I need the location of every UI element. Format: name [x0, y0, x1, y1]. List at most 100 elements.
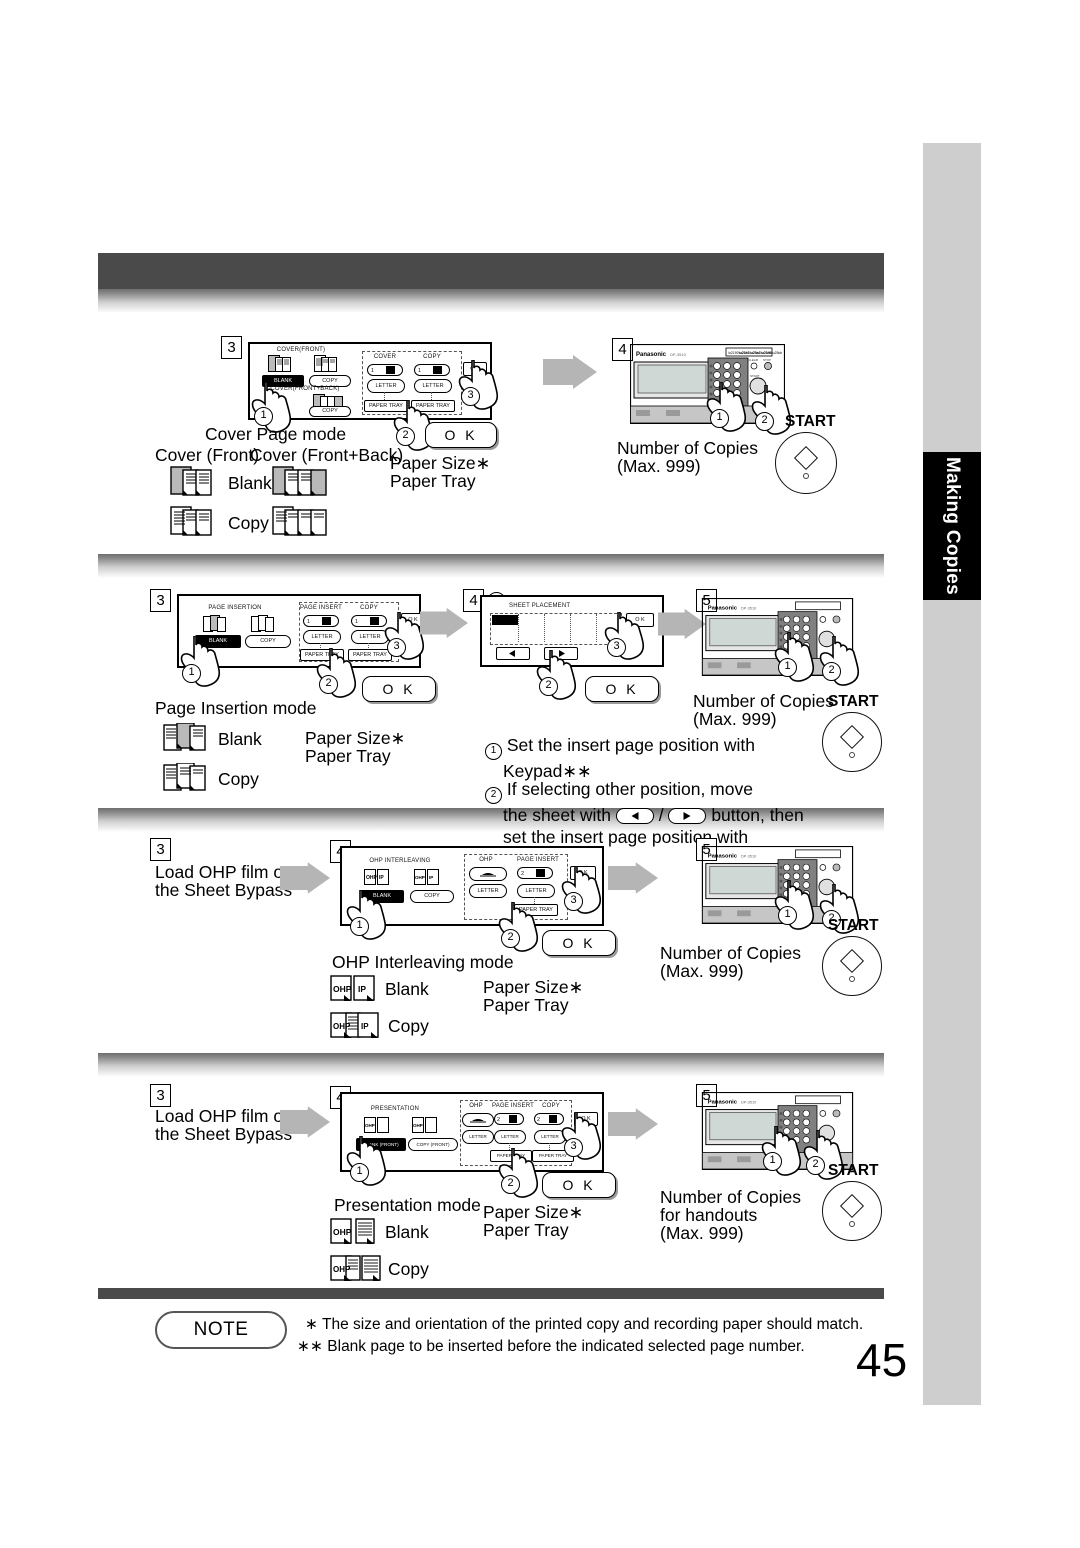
panel-letter-pres-insert[interactable]: LETTER	[494, 1130, 526, 1144]
panel-letter-insert-ohp[interactable]: LETTER	[517, 884, 555, 898]
svg-text:Panasonic: Panasonic	[636, 352, 667, 358]
hand-pointer-2-pres	[498, 1148, 539, 1198]
flow-arrow-1	[543, 355, 597, 389]
section-divider-3	[98, 1053, 884, 1077]
panel-letter-ohp[interactable]: LETTER	[469, 884, 507, 898]
flow-arrow-4a	[280, 1106, 334, 1140]
hand-pointer-3-cover	[458, 360, 499, 410]
instruction-bullet-2: 2	[485, 787, 502, 804]
left-arrow-key-icon[interactable]	[615, 808, 654, 825]
panel-page-insert-count[interactable]: 1	[303, 615, 339, 627]
panel-cover-count[interactable]: 1	[367, 364, 403, 376]
panel-copy-button-insert[interactable]: COPY	[245, 635, 291, 648]
hand-pointer-1-ohp	[346, 890, 387, 940]
doc-icon-insert-copy	[163, 763, 206, 791]
start-label-ohp: START	[828, 917, 879, 934]
panel-letter-cover[interactable]: LETTER	[367, 379, 405, 393]
flow-arrow-2a	[420, 607, 474, 641]
panel-copy-button-ohp[interactable]: COPY	[410, 890, 454, 903]
start-button-pres[interactable]	[822, 1181, 882, 1241]
hand-pointer-start-2	[819, 636, 860, 686]
panel-ohp-tray-indicator-pres[interactable]	[462, 1113, 494, 1127]
start-label-pres: START	[828, 1162, 879, 1179]
ok-button-pres[interactable]: O K	[542, 1172, 616, 1198]
svg-text:DP-3510: DP-3510	[741, 854, 757, 859]
svg-text:IP: IP	[429, 875, 433, 880]
ok-button-cover[interactable]: O K	[425, 422, 497, 448]
doc-icon-pres-copy: OHP	[330, 1255, 381, 1281]
ok-button-insert[interactable]: O K	[362, 676, 436, 702]
marker-copier-2-pres: 2	[806, 1156, 825, 1175]
marker-3-pres: 3	[564, 1138, 583, 1157]
instruction-1-text: Set the insert page position with	[506, 735, 755, 755]
doc-label-copy-3: Copy	[388, 1016, 429, 1036]
step-number-3-insert: 3	[150, 589, 171, 612]
ok-button-ohp[interactable]: O K	[542, 930, 616, 956]
instruction-2-line2a: the sheet with	[503, 805, 616, 825]
marker-2-ohp: 2	[501, 929, 520, 948]
insert-copy-thumb	[251, 615, 274, 632]
hand-pointer-1-insert	[180, 636, 221, 687]
panel-col-page-insert-title-pres: PAGE INSERT	[492, 1103, 534, 1109]
marker-copier-1-cover: 1	[710, 409, 729, 428]
hand-pointer-2-ohp	[498, 902, 539, 952]
panel-col-cover-title: COVER	[373, 354, 397, 360]
ohp-blank-thumb: OHP IP	[364, 869, 389, 885]
svg-text:START: START	[750, 374, 760, 378]
svg-text:OHP: OHP	[366, 875, 378, 881]
copies-max-ohp: (Max. 999)	[660, 961, 744, 981]
ok-button-sheet[interactable]: O K	[585, 676, 659, 702]
start-button-cover[interactable]	[775, 432, 837, 494]
marker-copier-1-ohp: 1	[778, 906, 797, 925]
panel-page-insert-count-ohp[interactable]: 2	[517, 867, 553, 879]
doc-icon-blank-front	[170, 466, 212, 496]
doc-icon-insert-blank	[163, 723, 206, 751]
start-label-insert: START	[828, 693, 879, 710]
copies-max-insert: (Max. 999)	[693, 709, 777, 729]
mode-title-pres: Presentation mode	[334, 1195, 481, 1215]
start-button-ohp[interactable]	[822, 936, 882, 996]
right-arrow-key-icon[interactable]	[668, 808, 707, 825]
step-number-3-ohp: 3	[150, 838, 171, 861]
panel-letter-pres-ohp[interactable]: LETTER	[462, 1130, 494, 1144]
panel-copy-button-cover2[interactable]: COPY	[309, 406, 351, 417]
panel-col-copy-title-insert: COPY	[360, 605, 378, 611]
svg-text:Panasonic: Panasonic	[708, 606, 738, 612]
start-label-cover: START	[785, 413, 836, 430]
panel-copy-front-button-pres[interactable]: COPY (FRONT)	[408, 1138, 458, 1151]
marker-2-pres: 2	[501, 1175, 520, 1194]
svg-text:DP-3510: DP-3510	[741, 1100, 757, 1105]
panel-col-ohp-title-pres: OHP	[469, 1103, 483, 1109]
panel-col-page-insert-title: PAGE INSERT	[300, 605, 342, 611]
flow-arrow-3a	[280, 862, 334, 896]
panel-copy-count[interactable]: 1	[414, 364, 450, 376]
svg-text:Panasonic: Panasonic	[708, 1100, 738, 1106]
load-ohp-line2-ohp: the Sheet Bypass	[155, 880, 293, 900]
instruction-2-slash: /	[653, 805, 669, 825]
panel-ohp-tray-indicator[interactable]	[469, 867, 507, 881]
doc-label-blank-2: Blank	[218, 729, 262, 749]
doc-icon-copy-front	[170, 506, 212, 536]
note-line-1: ∗ The size and orientation of the printe…	[305, 1316, 864, 1333]
hand-pointer-2-insert	[316, 648, 357, 698]
manual-page: Making Copies 3 COVER(FRONT) BLANK COPY …	[0, 0, 1080, 1548]
start-button-insert[interactable]	[822, 712, 882, 772]
panel-letter-copy[interactable]: LETTER	[414, 379, 452, 393]
doc-icon-copy-front-back	[272, 506, 327, 536]
instruction-2-line2b: button, then	[706, 805, 804, 825]
page-number: 45	[856, 1334, 908, 1386]
ohp-copy-thumb: OHP IP	[414, 869, 439, 885]
svg-text:OHP: OHP	[415, 875, 425, 880]
panel-group-title-ohp: OHP INTERLEAVING	[369, 858, 431, 864]
sheet-prev-button[interactable]	[496, 647, 530, 660]
svg-text:IP: IP	[379, 875, 384, 881]
panel-letter-insert[interactable]: LETTER	[303, 630, 341, 644]
svg-text:\u2190\u25cb: \u2190\u25cb	[761, 351, 782, 355]
marker-1-pres: 1	[350, 1163, 369, 1182]
doc-label-copy-1: Copy	[228, 513, 269, 533]
sheet-cell-selected[interactable]	[492, 615, 518, 625]
marker-copier-2-cover: 2	[755, 412, 774, 431]
start-diamond-icon-2	[839, 725, 865, 750]
marker-2-sheet: 2	[539, 677, 558, 696]
marker-1-insert: 1	[182, 664, 201, 683]
